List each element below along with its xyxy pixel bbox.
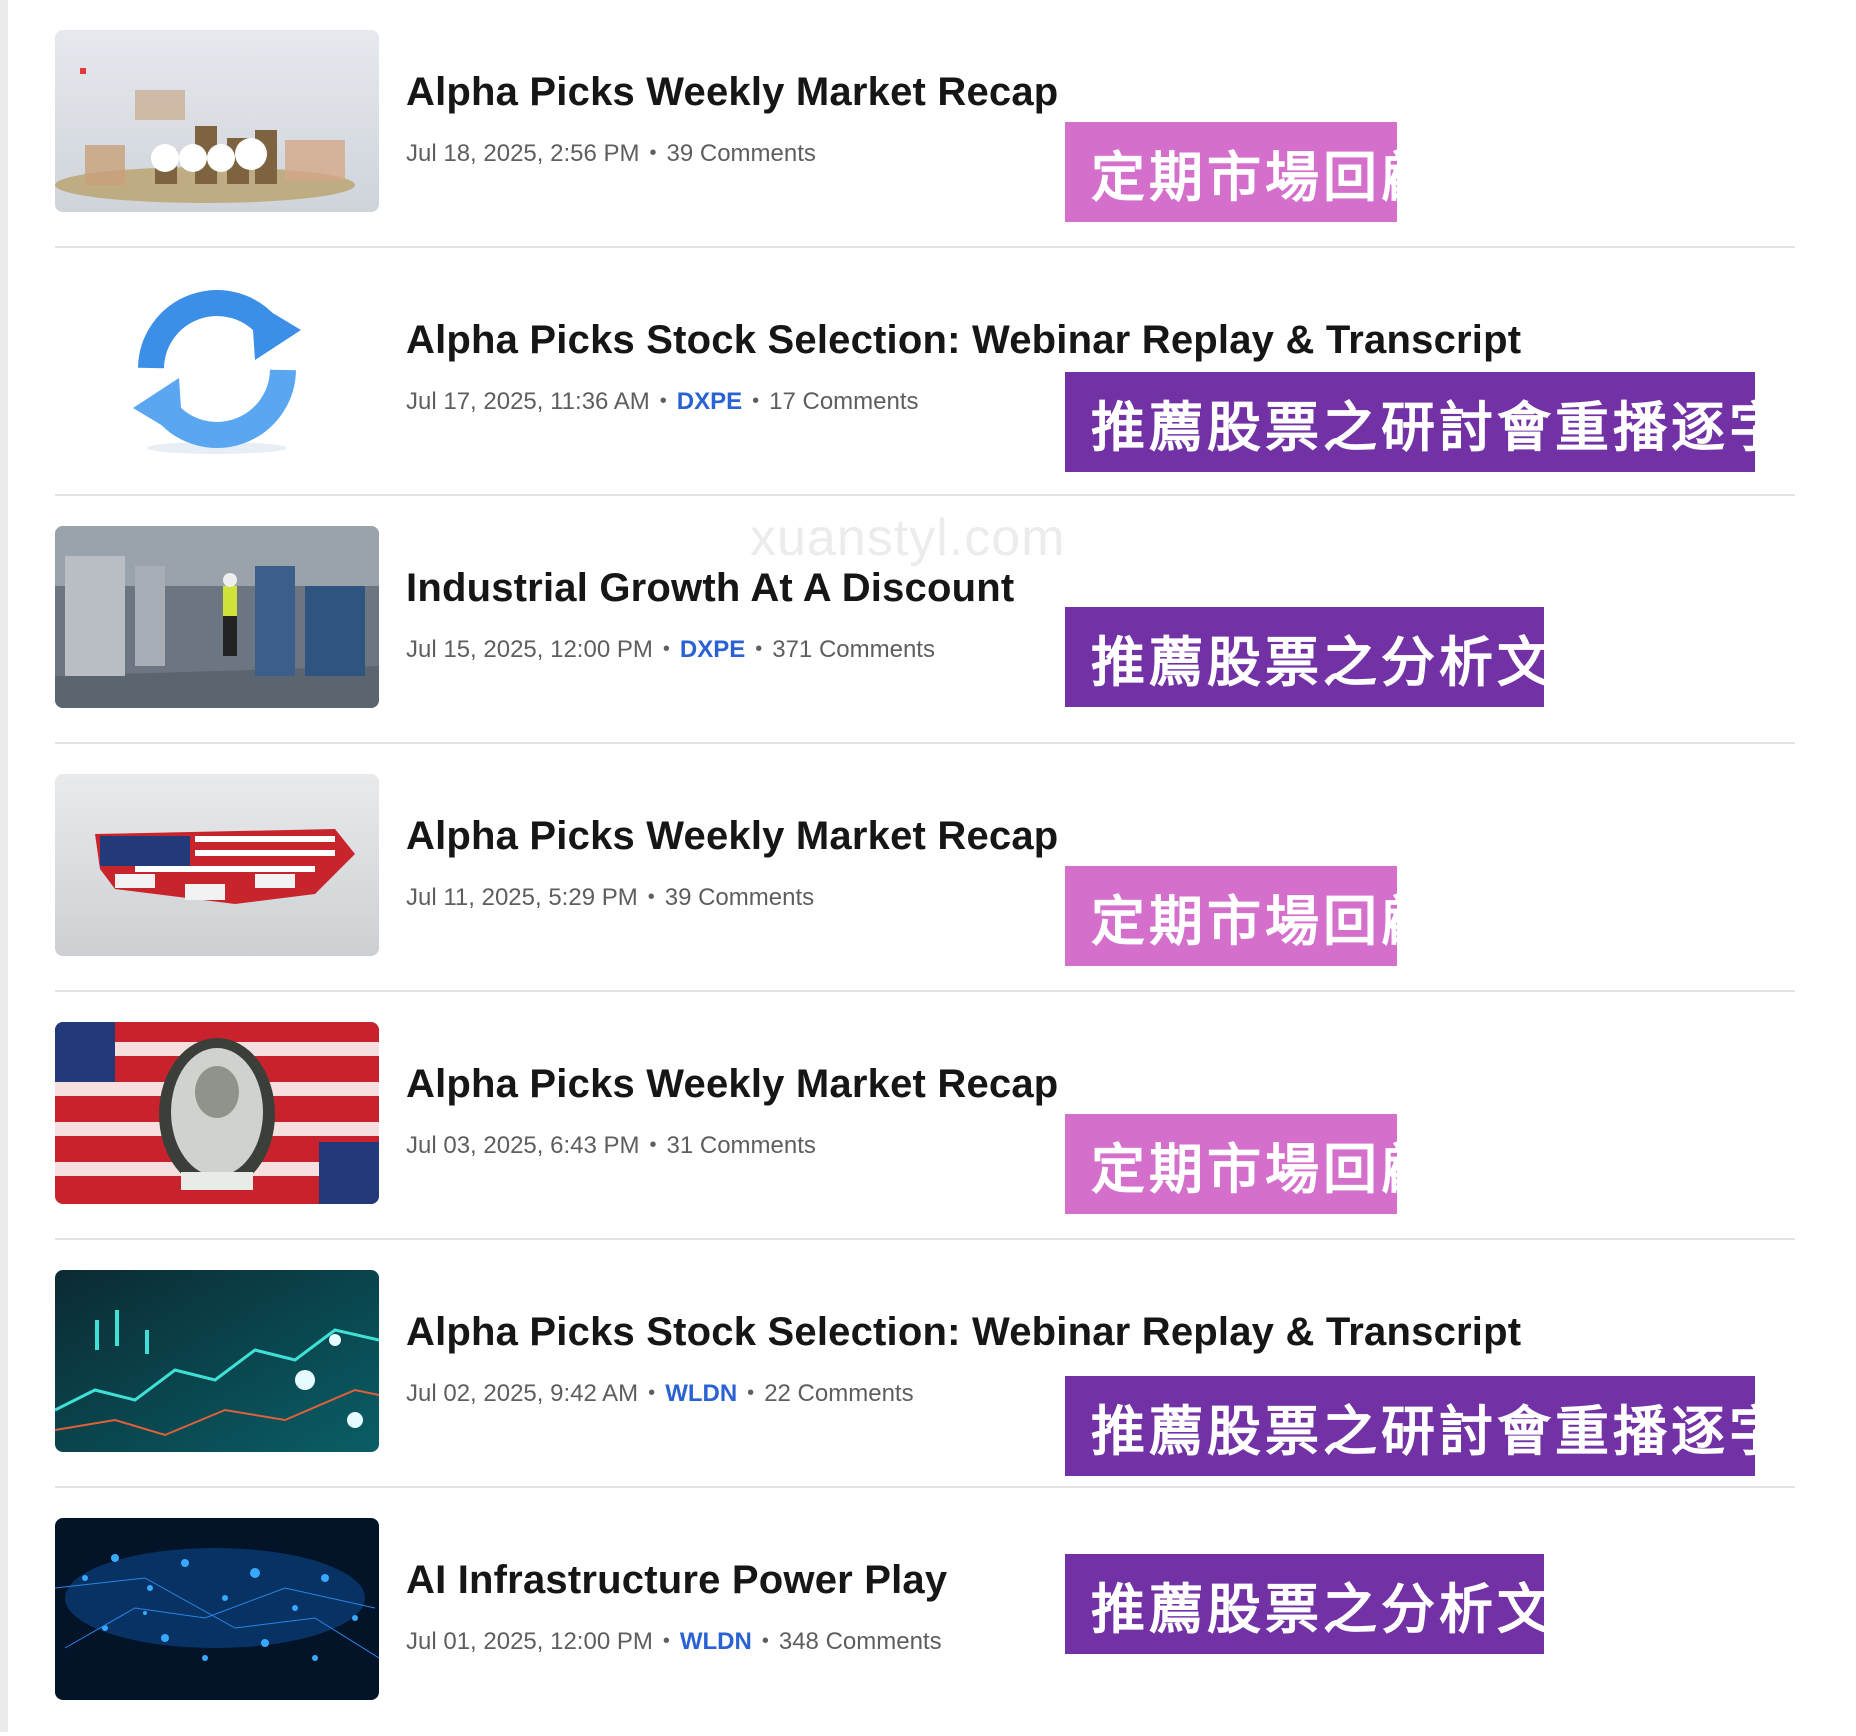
- bullet-separator: •: [747, 1382, 755, 1404]
- article-date: Jul 03, 2025, 6:43 PM: [406, 1132, 640, 1159]
- article-title[interactable]: Alpha Picks Stock Selection: Webinar Rep…: [406, 318, 1521, 363]
- article-item: Alpha Picks Weekly Market Recap Jul 03, …: [55, 992, 1795, 1240]
- left-edge-bar: [0, 0, 8, 1732]
- bullet-separator: •: [648, 1382, 656, 1404]
- article-date: Jul 02, 2025, 9:42 AM: [406, 1380, 639, 1407]
- article-meta: Jul 15, 2025, 12:00 PM • DXPE • 371 Comments: [406, 636, 935, 664]
- article-date: Jul 18, 2025, 2:56 PM: [406, 140, 640, 167]
- bullet-separator: •: [647, 886, 655, 908]
- article-title[interactable]: Alpha Picks Weekly Market Recap: [406, 70, 1058, 115]
- article-item: Alpha Picks Weekly Market Recap Jul 18, …: [55, 0, 1795, 248]
- article-item: Industrial Growth At A Discount Jul 15, …: [55, 496, 1795, 744]
- article-comments[interactable]: 22 Comments: [764, 1380, 913, 1407]
- article-meta: Jul 03, 2025, 6:43 PM • 31 Comments: [406, 1132, 816, 1160]
- ticker-link[interactable]: DXPE: [680, 636, 745, 663]
- article-meta: Jul 01, 2025, 12:00 PM • WLDN • 348 Comments: [406, 1628, 942, 1656]
- category-tag: 定期市場回顧: [1065, 866, 1435, 966]
- refresh-arrows-thumbnail[interactable]: [55, 278, 379, 460]
- dollar-washington-thumbnail[interactable]: [55, 1022, 379, 1204]
- article-meta: Jul 17, 2025, 11:36 AM • DXPE • 17 Comments: [406, 388, 919, 416]
- ticker-link[interactable]: WLDN: [680, 1628, 752, 1655]
- category-tag: 定期市場回顧: [1065, 122, 1435, 222]
- article-title[interactable]: AI Infrastructure Power Play: [406, 1558, 947, 1603]
- article-meta: Jul 18, 2025, 2:56 PM • 39 Comments: [406, 140, 816, 168]
- article-meta: Jul 02, 2025, 9:42 AM • WLDN • 22 Comments: [406, 1380, 914, 1408]
- category-tag: 推薦股票之分析文章: [1065, 607, 1609, 707]
- article-comments[interactable]: 348 Comments: [779, 1628, 942, 1655]
- category-tag: 推薦股票之研討會重播逐字稿: [1065, 1376, 1841, 1476]
- blue-network-thumbnail[interactable]: [55, 1518, 379, 1700]
- bullet-separator: •: [761, 1630, 769, 1652]
- article-comments[interactable]: 17 Comments: [769, 388, 918, 415]
- bullet-separator: •: [662, 1630, 670, 1652]
- us-flag-map-thumbnail[interactable]: [55, 774, 379, 956]
- bullet-separator: •: [662, 638, 670, 660]
- article-item: Alpha Picks Stock Selection: Webinar Rep…: [55, 248, 1841, 496]
- bullet-separator: •: [755, 638, 763, 660]
- article-date: Jul 17, 2025, 11:36 AM: [406, 388, 650, 415]
- article-title[interactable]: Alpha Picks Weekly Market Recap: [406, 814, 1058, 859]
- category-tag: 推薦股票之研討會重播逐字稿: [1065, 372, 1841, 472]
- article-item: Alpha Picks Stock Selection: Webinar Rep…: [55, 1240, 1841, 1488]
- article-title[interactable]: Industrial Growth At A Discount: [406, 566, 1014, 611]
- bullet-separator: •: [752, 390, 760, 412]
- cpi-coins-thumbnail[interactable]: [55, 30, 379, 212]
- article-title[interactable]: Alpha Picks Weekly Market Recap: [406, 1062, 1058, 1107]
- industrial-plant-thumbnail[interactable]: [55, 526, 379, 708]
- article-item: AI Infrastructure Power Play Jul 01, 202…: [55, 1488, 1795, 1736]
- article-date: Jul 15, 2025, 12:00 PM: [406, 636, 653, 663]
- article-comments[interactable]: 31 Comments: [667, 1132, 816, 1159]
- category-tag: 定期市場回顧: [1065, 1114, 1435, 1214]
- stock-chart-thumbnail[interactable]: [55, 1270, 379, 1452]
- article-item: Alpha Picks Weekly Market Recap Jul 11, …: [55, 744, 1795, 992]
- article-comments[interactable]: 39 Comments: [665, 884, 814, 911]
- bullet-separator: •: [659, 390, 667, 412]
- article-comments[interactable]: 39 Comments: [667, 140, 816, 167]
- article-comments[interactable]: 371 Comments: [772, 636, 935, 663]
- category-tag: 推薦股票之分析文章: [1065, 1554, 1609, 1654]
- article-title[interactable]: Alpha Picks Stock Selection: Webinar Rep…: [406, 1310, 1521, 1355]
- bullet-separator: •: [649, 142, 657, 164]
- ticker-link[interactable]: DXPE: [677, 388, 742, 415]
- article-date: Jul 01, 2025, 12:00 PM: [406, 1628, 653, 1655]
- ticker-link[interactable]: WLDN: [665, 1380, 737, 1407]
- article-date: Jul 11, 2025, 5:29 PM: [406, 884, 638, 911]
- article-feed: Alpha Picks Weekly Market Recap Jul 18, …: [55, 0, 1841, 1732]
- bullet-separator: •: [649, 1134, 657, 1156]
- article-meta: Jul 11, 2025, 5:29 PM • 39 Comments: [406, 884, 814, 912]
